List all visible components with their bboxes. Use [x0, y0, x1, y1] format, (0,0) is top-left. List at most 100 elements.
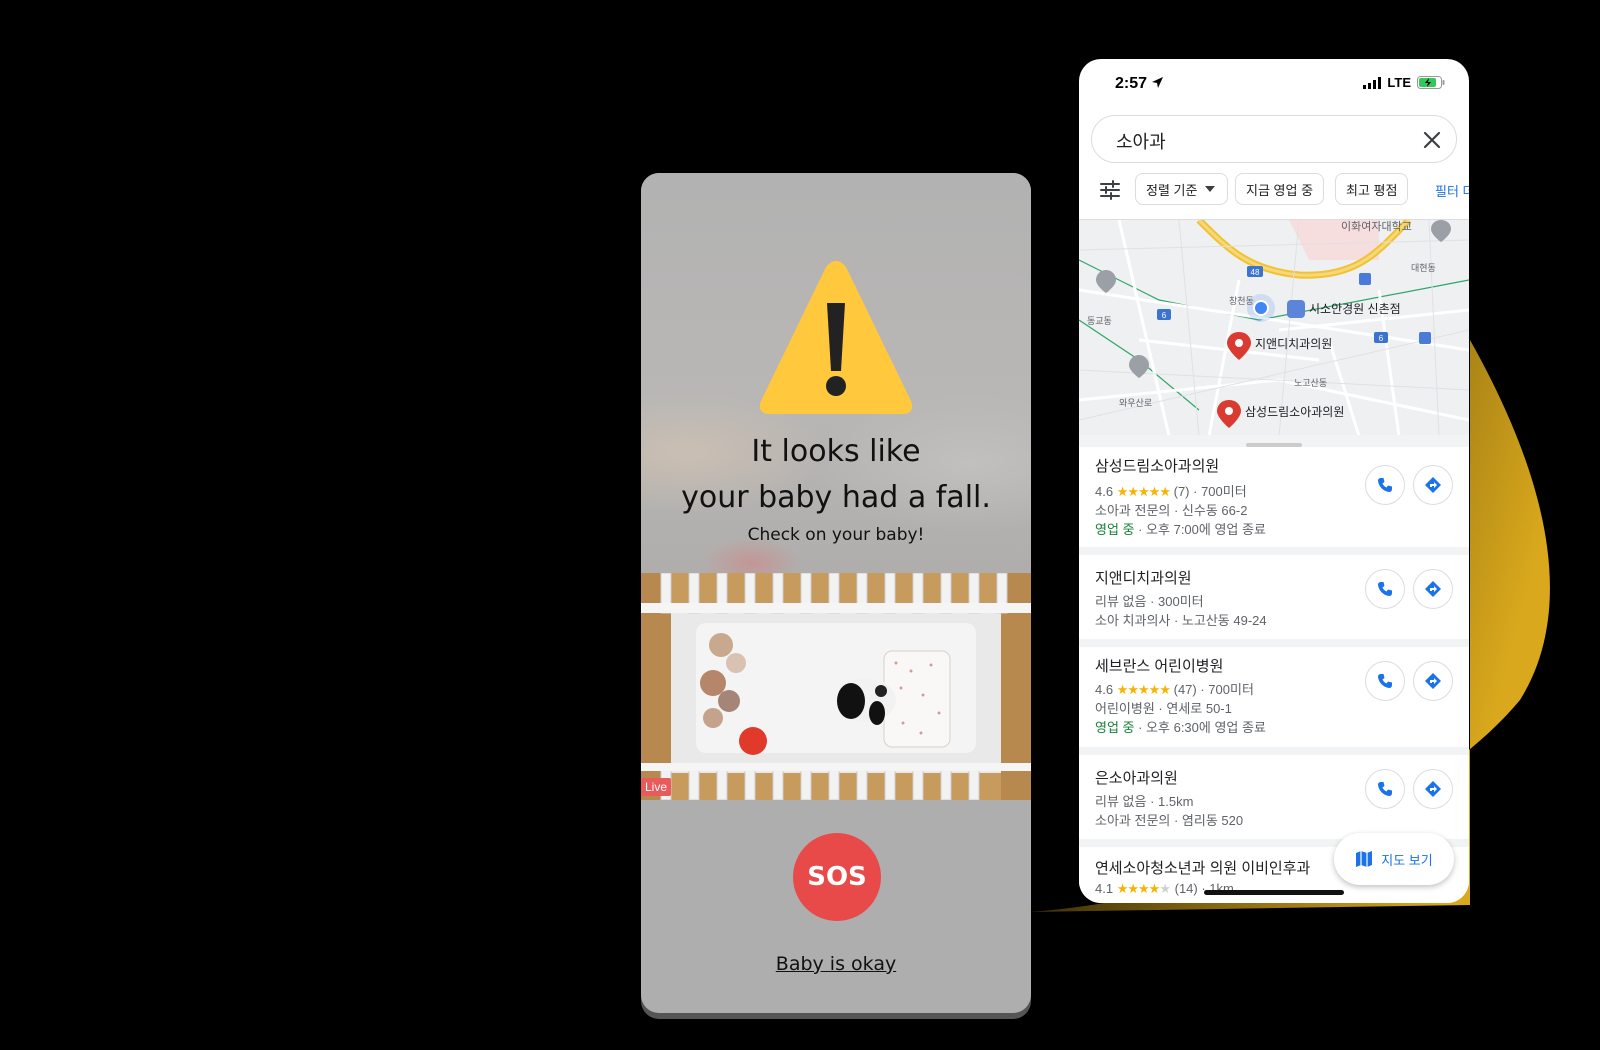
call-button[interactable]: [1365, 769, 1405, 809]
closing-time: · 오후 7:00에 영업 종료: [1134, 522, 1266, 537]
distance: 700미터: [1201, 484, 1247, 499]
result-name: 은소아과의원: [1095, 770, 1178, 787]
rating-stars: ★★★★: [1116, 881, 1161, 896]
map-label-donggyo: 동교동: [1087, 316, 1112, 326]
map-label-university: 이화여자대학교: [1341, 220, 1412, 233]
live-badge: Live: [641, 778, 672, 796]
directions-button[interactable]: [1413, 569, 1453, 609]
search-input[interactable]: 소아과: [1116, 128, 1166, 154]
map-view-button[interactable]: 지도 보기: [1334, 833, 1454, 885]
result-category: 소아과 전문의 · 염리동 520: [1095, 813, 1244, 828]
alert-title-line2: your baby had a fall.: [681, 480, 991, 515]
result-item[interactable]: 세브란스 어린이병원 4.6 ★★★★★ (47) · 700미터 어린이병원 …: [1079, 647, 1469, 747]
closing-time: · 오후 6:30에 영업 종료: [1134, 720, 1266, 735]
filter-sliders-icon[interactable]: [1099, 179, 1121, 201]
status-bar: 2:57 LTE: [1079, 59, 1469, 111]
result-item[interactable]: 은소아과의원 리뷰 없음 · 1.5km 소아과 전문의 · 염리동 520: [1079, 755, 1469, 839]
filter-row: 정렬 기준 지금 영업 중 최고 평점 필터 더: [1079, 173, 1469, 207]
review-count: (7): [1173, 484, 1190, 499]
result-category: 소아과 전문의 · 신수동 66-2: [1095, 503, 1248, 518]
alert-title: It looks like your baby had a fall.: [641, 429, 1031, 521]
distance: 700미터: [1208, 682, 1254, 697]
rating-star-empty: ★: [1159, 881, 1171, 896]
call-button[interactable]: [1365, 569, 1405, 609]
map-view[interactable]: 48 6 6 이화여자대학교 대현동 창천동 동교동 노고산동 와우산로 시소안…: [1079, 219, 1469, 435]
alert-subtitle: Check on your baby!: [747, 525, 925, 545]
more-filters-link[interactable]: 필터 더: [1435, 181, 1469, 200]
result-rating-line: 4.6 ★★★★★ (47) · 700미터: [1095, 682, 1254, 697]
rating-stars: ★★★★★: [1116, 484, 1171, 499]
top-rated-chip[interactable]: 최고 평점: [1335, 173, 1409, 205]
warning-icon: [759, 261, 913, 414]
status-indicators: LTE: [1363, 75, 1445, 90]
phone-icon: [1378, 782, 1392, 796]
map-label-pin-dental: 지앤디치과의원: [1255, 337, 1332, 351]
sos-button[interactable]: SOS: [793, 833, 881, 921]
result-review-line: 리뷰 없음 · 300미터: [1095, 594, 1204, 609]
rating-value: 4.6: [1095, 484, 1114, 499]
result-name: 삼성드림소아과의원: [1095, 458, 1220, 475]
camera-feed[interactable]: Live: [641, 573, 1031, 800]
close-icon[interactable]: [1420, 128, 1444, 152]
search-box[interactable]: 소아과: [1091, 115, 1457, 163]
call-button[interactable]: [1365, 465, 1405, 505]
map-label-daehyeon: 대현동: [1411, 263, 1436, 273]
status-time: 2:57: [1115, 75, 1164, 93]
map-label-pin-samsung: 삼성드림소아과의원: [1245, 405, 1344, 419]
shop-pin-icon: [1287, 300, 1305, 318]
result-name: 지앤디치과의원: [1095, 570, 1192, 587]
map-label-nogosan: 노고산동: [1294, 378, 1327, 388]
home-indicator: [1204, 890, 1344, 895]
rating-value: 4.1: [1095, 881, 1114, 896]
location-arrow-icon: [1152, 77, 1164, 88]
directions-icon: [1425, 781, 1441, 797]
sort-chip[interactable]: 정렬 기준: [1135, 173, 1229, 205]
network-label: LTE: [1387, 75, 1411, 90]
crib-image: [641, 573, 1031, 800]
result-name: 세브란스 어린이병원: [1095, 658, 1224, 675]
current-location-dot: [1253, 300, 1269, 316]
result-name: 연세소아청소년과 의원 이비인후과: [1095, 860, 1311, 877]
maps-screen: 2:57 LTE 소아과 정렬 기준 지금 영업 중 최고 평점 필터 더 48…: [1079, 59, 1469, 903]
battery-icon: [1417, 76, 1445, 89]
result-item[interactable]: 삼성드림소아과의원 4.6 ★★★★★ (7) · 700미터 소아과 전문의 …: [1079, 447, 1469, 547]
result-category: 어린이병원 · 연세로 50-1: [1095, 701, 1232, 716]
metro-icon: [1359, 273, 1371, 285]
review-count: (14): [1174, 881, 1198, 896]
sort-chip-label: 정렬 기준: [1146, 182, 1198, 198]
baby-is-okay-link[interactable]: Baby is okay: [641, 953, 1031, 975]
directions-icon: [1425, 581, 1441, 597]
rating-value: 4.6: [1095, 682, 1114, 697]
road-48-label: 48: [1251, 268, 1260, 277]
phone-icon: [1378, 582, 1392, 596]
map-icon: [1356, 851, 1373, 867]
result-category: 소아 치과의사 · 노고산동 49-24: [1095, 613, 1267, 628]
result-hours: 영업 중 · 오후 7:00에 영업 종료: [1095, 519, 1266, 538]
map-label-wawoosan: 와우산로: [1119, 397, 1152, 408]
directions-button[interactable]: [1413, 661, 1453, 701]
alert-title-line1: It looks like: [751, 434, 921, 469]
phone-icon: [1378, 478, 1392, 492]
map-label-park: 시소안경원 신촌점: [1309, 302, 1401, 316]
road-6b-label: 6: [1379, 334, 1384, 343]
directions-icon: [1425, 673, 1441, 689]
open-now-chip[interactable]: 지금 영업 중: [1235, 173, 1325, 205]
call-button[interactable]: [1365, 661, 1405, 701]
result-hours: 영업 중 · 오후 6:30에 영업 종료: [1095, 717, 1266, 736]
open-status: 영업 중: [1095, 720, 1135, 735]
open-status: 영업 중: [1095, 522, 1135, 537]
directions-button[interactable]: [1413, 769, 1453, 809]
rating-stars: ★★★★★: [1116, 682, 1171, 697]
phone-icon: [1378, 674, 1392, 688]
directions-button[interactable]: [1413, 465, 1453, 505]
result-rating-line: 4.6 ★★★★★ (7) · 700미터: [1095, 484, 1247, 499]
map-canvas: 48 6 6 이화여자대학교 대현동 창천동 동교동 노고산동 와우산로 시소안…: [1079, 220, 1469, 435]
metro-icon-2: [1419, 332, 1431, 344]
directions-icon: [1425, 477, 1441, 493]
review-count: (47): [1173, 682, 1197, 697]
road-6a-label: 6: [1162, 311, 1167, 320]
caret-down-icon: [1205, 186, 1216, 192]
result-item[interactable]: 지앤디치과의원 리뷰 없음 · 300미터 소아 치과의사 · 노고산동 49-…: [1079, 555, 1469, 639]
map-view-label: 지도 보기: [1381, 852, 1433, 868]
result-review-line: 리뷰 없음 · 1.5km: [1095, 794, 1194, 809]
